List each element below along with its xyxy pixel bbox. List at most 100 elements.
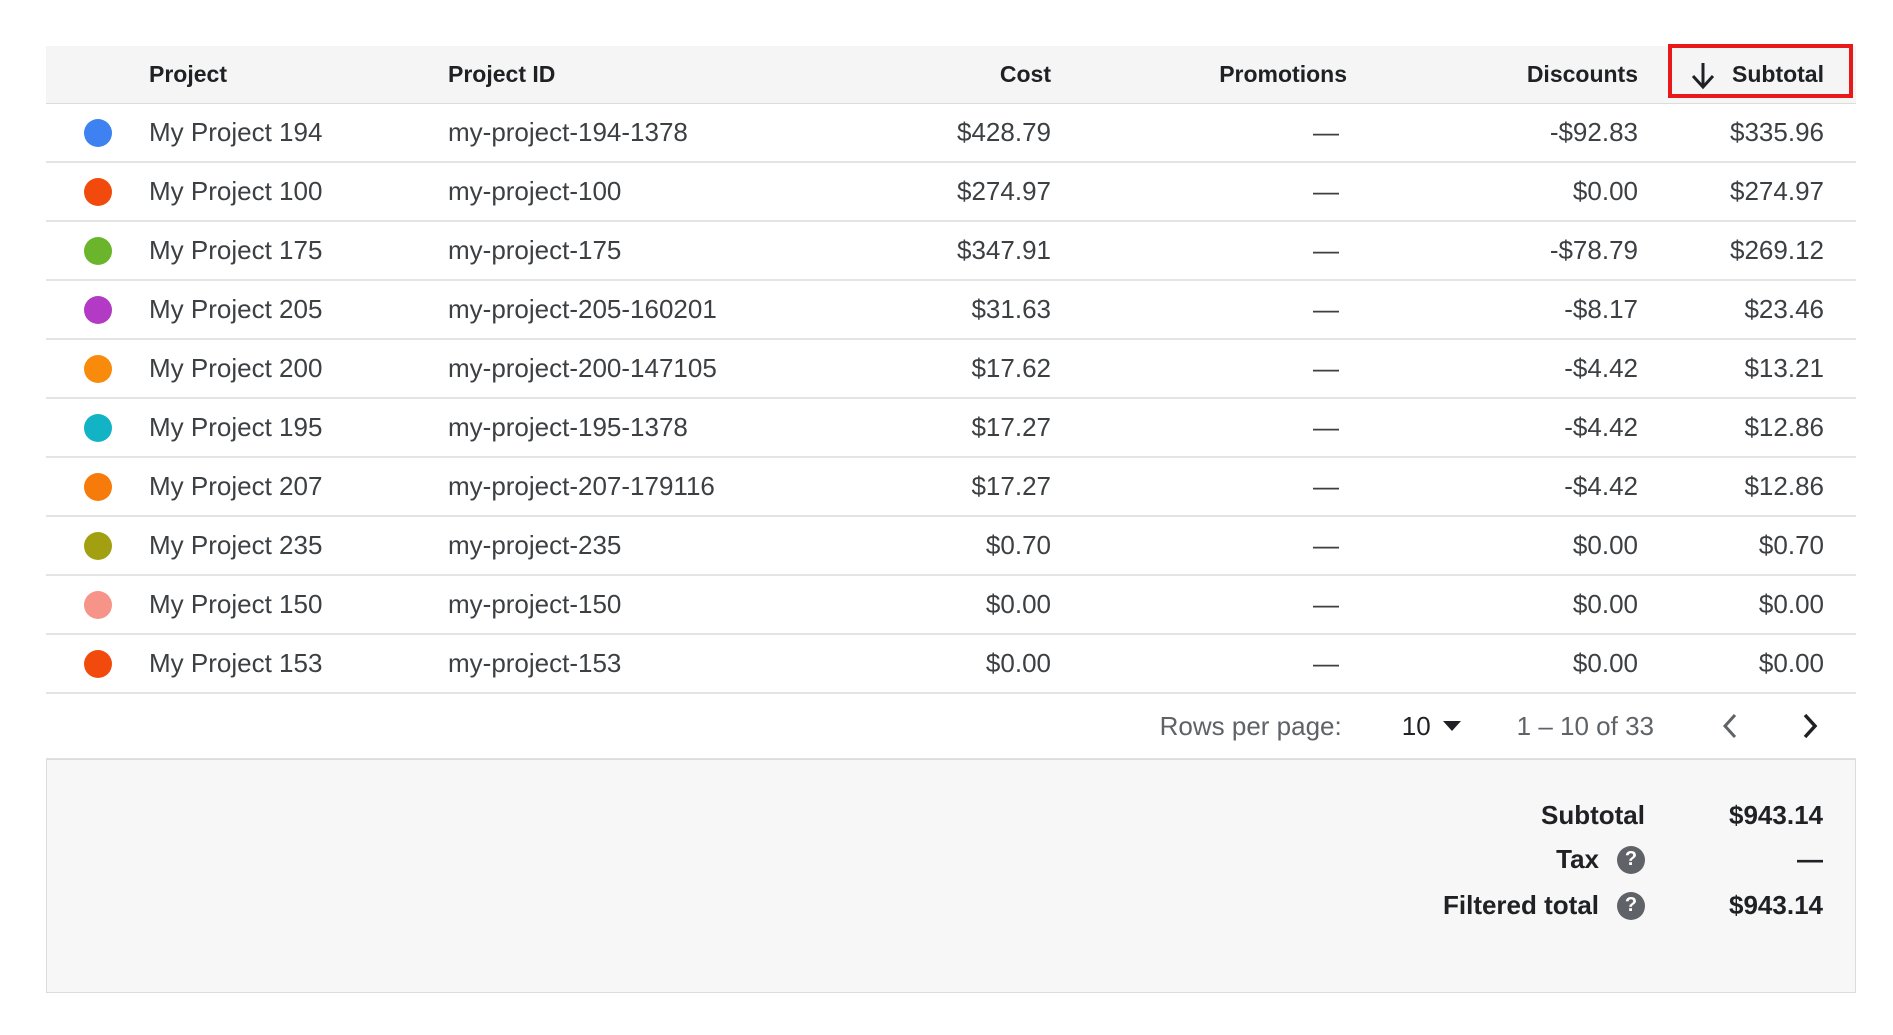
- cell-discounts: $0.00: [1572, 589, 1638, 619]
- cell-promotions: —: [1313, 117, 1339, 147]
- cell-discounts: -$4.42: [1564, 471, 1638, 501]
- table-row[interactable]: My Project 175 my-project-175 $347.91 — -$78…: [46, 222, 1856, 281]
- cell-project-id: my-project-200-147105: [448, 353, 717, 383]
- project-color-cell: [46, 222, 149, 279]
- project-color-cell: [46, 576, 149, 633]
- table-row[interactable]: My Project 207 my-project-207-179116 $17.2…: [46, 458, 1856, 517]
- project-color-cell: [46, 399, 149, 456]
- cell-project-id: my-project-150: [448, 589, 622, 619]
- table-row[interactable]: My Project 200 my-project-200-147105 $17.6…: [46, 340, 1856, 399]
- cell-promotions: —: [1313, 648, 1339, 678]
- cell-cost: $428.79: [957, 117, 1051, 147]
- cell-cost: $0.00: [985, 648, 1051, 678]
- color-column-header: [46, 46, 149, 103]
- summary-filtered-total-label-group: Filtered total ?: [1385, 890, 1645, 921]
- project-color-cell: [46, 458, 149, 515]
- cell-subtotal: $23.46: [1744, 294, 1824, 324]
- summary-subtotal-row: Subtotal $943.14: [1385, 800, 1823, 831]
- arrow-down-icon: [1690, 60, 1716, 90]
- table-row[interactable]: My Project 150 my-project-150 $0.00 — $0.00 $…: [46, 576, 1856, 635]
- summary-tax-value: —: [1797, 844, 1823, 874]
- rows-per-page-select[interactable]: 10: [1402, 711, 1461, 742]
- table-row[interactable]: My Project 100 my-project-100 $274.97 — $0.0…: [46, 163, 1856, 222]
- column-header-subtotal[interactable]: Subtotal: [1638, 46, 1856, 103]
- table-header: Project Project ID Cost Promotions Disco…: [46, 44, 1856, 104]
- help-icon[interactable]: ?: [1617, 845, 1645, 874]
- project-color-dot: [83, 472, 112, 501]
- table-row[interactable]: My Project 194 my-project-194-1378 $428.79…: [46, 104, 1856, 163]
- cell-promotions: —: [1313, 294, 1339, 324]
- summary-tax-row: Tax ? —: [1385, 844, 1823, 875]
- rows-per-page-value: 10: [1401, 710, 1431, 741]
- summary-subtotal-value: $943.14: [1729, 800, 1823, 830]
- project-color-dot: [83, 236, 112, 265]
- cell-project: My Project 200: [149, 353, 323, 383]
- chevron-right-icon[interactable]: [1790, 706, 1830, 746]
- project-color-cell: [46, 104, 149, 161]
- cell-promotions: —: [1313, 235, 1339, 265]
- cell-promotions: —: [1313, 353, 1339, 383]
- project-color-dot: [83, 118, 112, 147]
- summary-filtered-total-value: $943.14: [1729, 890, 1823, 920]
- cell-cost: $17.62: [971, 353, 1051, 383]
- table-body: My Project 194 my-project-194-1378 $428.79…: [46, 104, 1856, 694]
- cell-subtotal: $269.12: [1730, 235, 1824, 265]
- cell-cost: $347.91: [957, 235, 1051, 265]
- cell-cost: $31.63: [971, 294, 1051, 324]
- cell-discounts: $0.00: [1572, 176, 1638, 206]
- cell-project: My Project 235: [149, 530, 323, 560]
- cell-discounts: -$8.17: [1564, 294, 1638, 324]
- cell-subtotal: $13.21: [1744, 353, 1824, 383]
- cell-project-id: my-project-194-1378: [448, 117, 688, 147]
- summary-subtotal-label: Subtotal: [1541, 800, 1645, 830]
- cell-discounts: -$92.83: [1549, 117, 1638, 147]
- project-color-cell: [46, 281, 149, 338]
- cell-subtotal: $12.86: [1744, 471, 1824, 501]
- cell-discounts: -$4.42: [1564, 412, 1638, 442]
- cell-project-id: my-project-207-179116: [448, 471, 715, 501]
- summary-tax-label-group: Tax ?: [1385, 844, 1645, 875]
- cell-subtotal: $12.86: [1744, 412, 1824, 442]
- cell-subtotal: $0.00: [1758, 648, 1824, 678]
- billing-report: Project Project ID Cost Promotions Disco…: [46, 44, 1856, 993]
- cell-promotions: —: [1313, 412, 1339, 442]
- cell-cost: $17.27: [971, 471, 1051, 501]
- project-color-dot: [83, 649, 112, 678]
- cell-subtotal: $335.96: [1730, 117, 1824, 147]
- pagination-bar: Rows per page: 10 1 – 10 of 33: [46, 694, 1856, 759]
- cell-subtotal: $0.00: [1758, 589, 1824, 619]
- table-row[interactable]: My Project 195 my-project-195-1378 $17.27 —…: [46, 399, 1856, 458]
- column-header-promotions[interactable]: Promotions: [1051, 46, 1347, 103]
- help-icon[interactable]: ?: [1617, 891, 1645, 920]
- summary-tax-label: Tax: [1556, 844, 1599, 874]
- cell-project: My Project 100: [149, 176, 323, 206]
- cell-discounts: -$4.42: [1564, 353, 1638, 383]
- project-color-dot: [83, 590, 112, 619]
- page-range: 1 – 10 of 33: [1516, 710, 1654, 741]
- cell-project-id: my-project-205-160201: [448, 294, 717, 324]
- chevron-left-icon[interactable]: [1710, 706, 1750, 746]
- column-header-project[interactable]: Project: [149, 46, 448, 103]
- cell-cost: $0.00: [985, 589, 1051, 619]
- caret-down-icon: [1442, 721, 1461, 731]
- cell-promotions: —: [1313, 176, 1339, 206]
- cell-project: My Project 150: [149, 589, 323, 619]
- cell-promotions: —: [1313, 471, 1339, 501]
- cell-project: My Project 175: [149, 235, 323, 265]
- column-header-cost[interactable]: Cost: [766, 46, 1051, 103]
- project-color-cell: [46, 635, 149, 692]
- summary-filtered-total-row: Filtered total ? $943.14: [1385, 890, 1823, 921]
- cell-project-id: my-project-195-1378: [448, 412, 688, 442]
- cell-project-id: my-project-235: [448, 530, 622, 560]
- column-header-project-id[interactable]: Project ID: [448, 46, 766, 103]
- table-row[interactable]: My Project 205 my-project-205-160201 $31.6…: [46, 281, 1856, 340]
- table-row[interactable]: My Project 153 my-project-153 $0.00 — $0.00 $…: [46, 635, 1856, 694]
- cell-promotions: —: [1313, 530, 1339, 560]
- cell-project-id: my-project-100: [448, 176, 622, 206]
- column-header-discounts[interactable]: Discounts: [1347, 46, 1638, 103]
- table-row[interactable]: My Project 235 my-project-235 $0.70 — $0.00 $…: [46, 517, 1856, 576]
- cell-cost: $17.27: [971, 412, 1051, 442]
- project-color-cell: [46, 163, 149, 220]
- cell-subtotal: $274.97: [1730, 176, 1824, 206]
- cell-project-id: my-project-153: [448, 648, 622, 678]
